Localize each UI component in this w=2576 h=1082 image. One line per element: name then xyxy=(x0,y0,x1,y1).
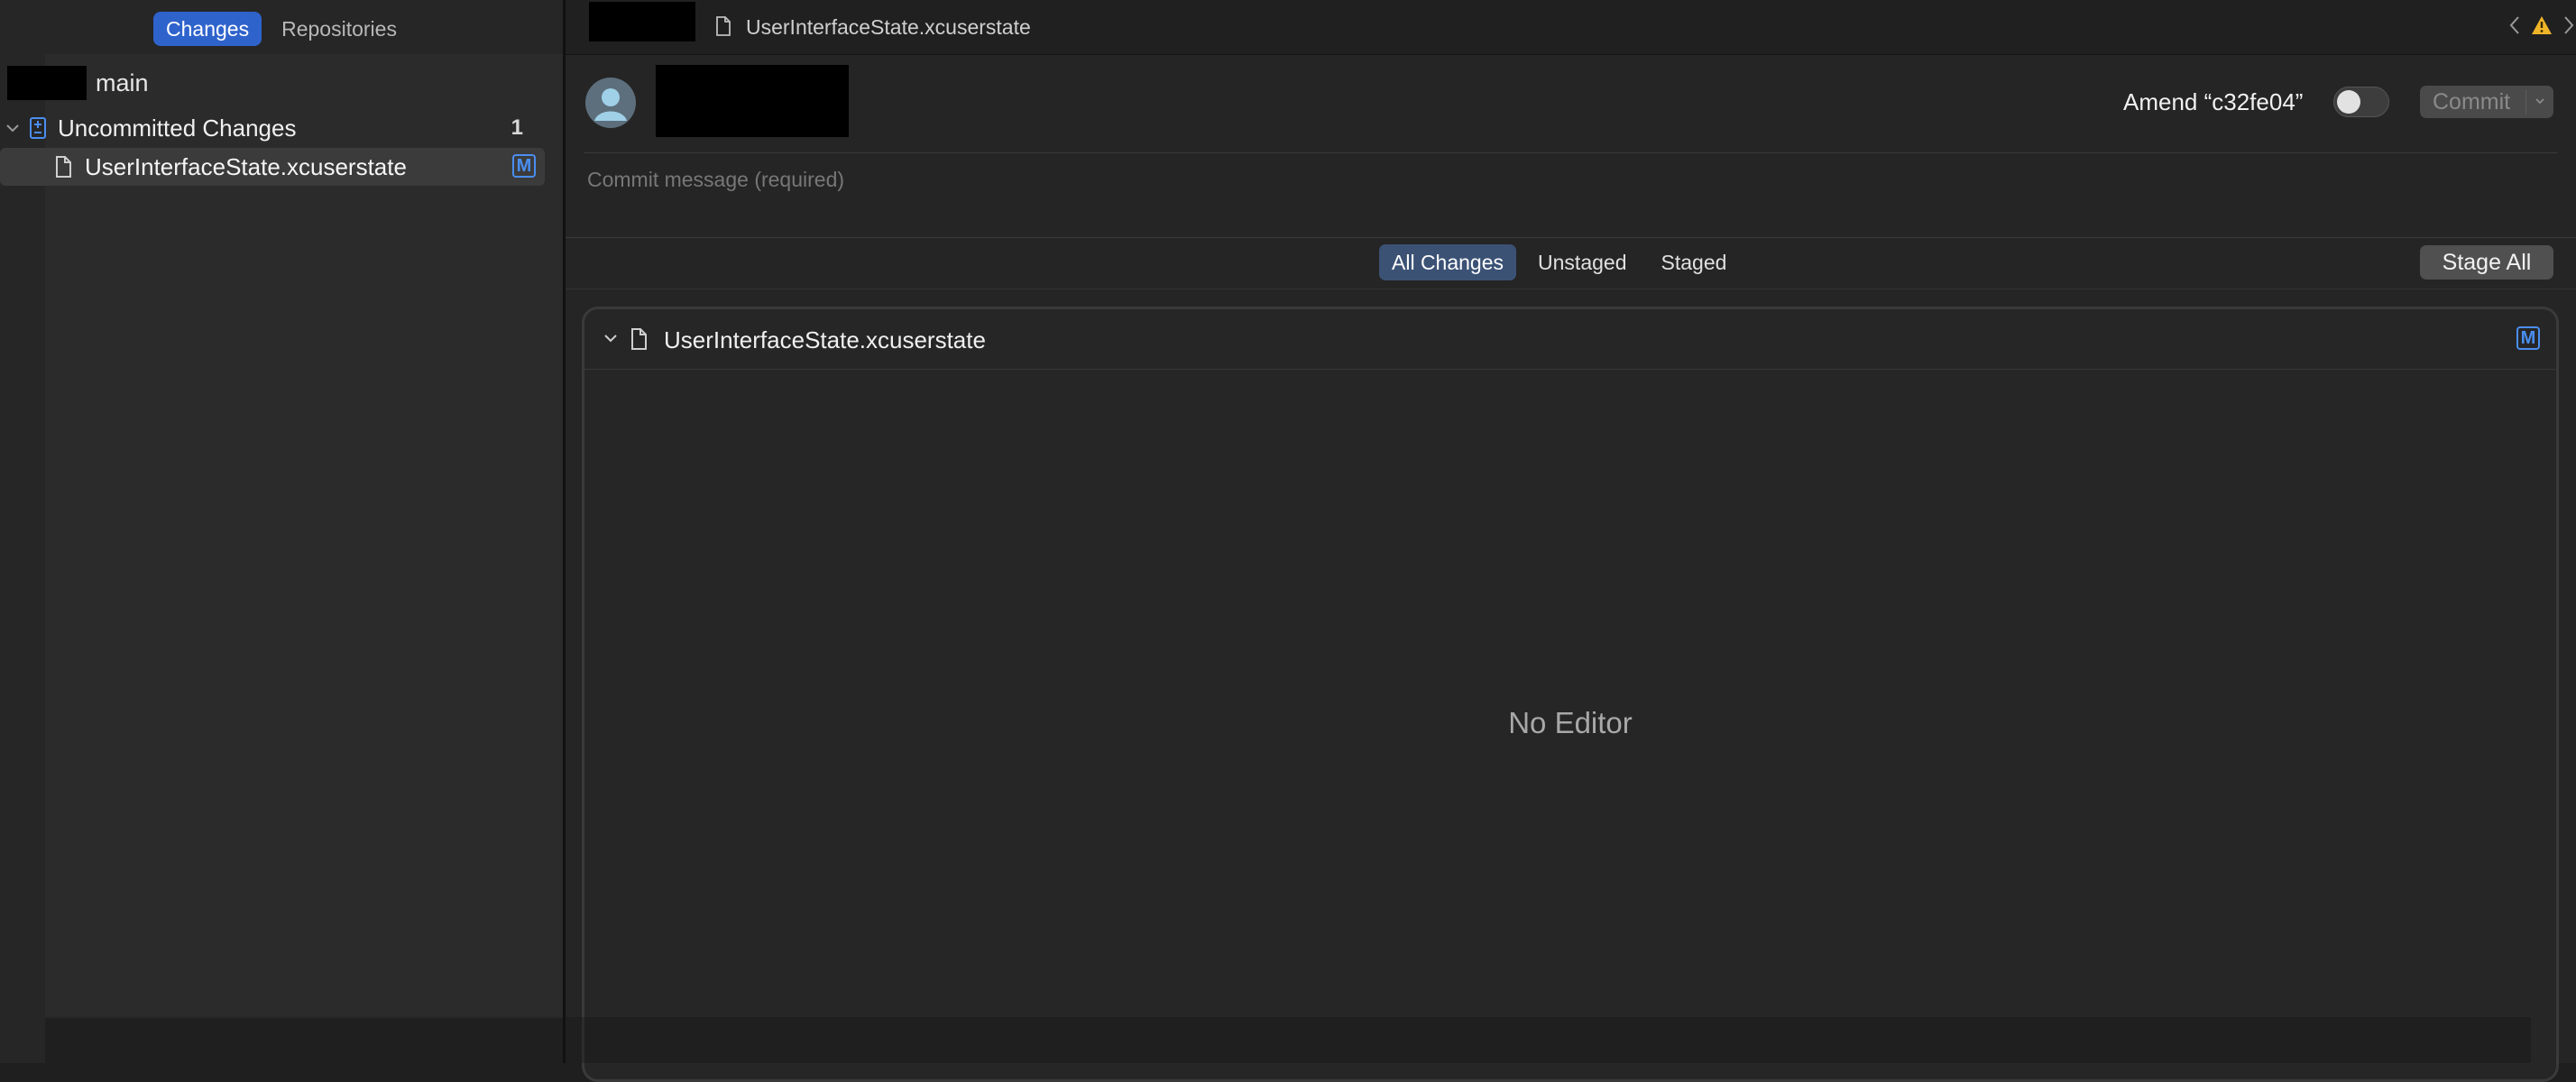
diff-file-name: UserInterfaceState.xcuserstate xyxy=(664,326,986,353)
back-chevron-icon[interactable] xyxy=(2507,14,2522,36)
uncommitted-changes-label: Uncommitted Changes xyxy=(58,114,297,142)
commit-button[interactable]: Commit xyxy=(2420,86,2553,118)
segment-staged[interactable]: Staged xyxy=(1649,244,1740,280)
breadcrumb-file-name[interactable]: UserInterfaceState.xcuserstate xyxy=(746,15,1031,40)
chevron-down-icon[interactable] xyxy=(2534,94,2546,108)
segment-unstaged[interactable]: Unstaged xyxy=(1525,244,1639,280)
commit-button-label: Commit xyxy=(2433,88,2511,115)
chevron-down-icon[interactable] xyxy=(5,121,20,135)
changes-filter-segmented-control: All Changes Unstaged Staged xyxy=(1379,244,1739,280)
segment-all-changes[interactable]: All Changes xyxy=(1379,244,1517,280)
redacted-author-name xyxy=(656,65,849,137)
redacted-breadcrumb xyxy=(589,2,695,41)
diff-panel: UserInterfaceState.xcuserstate M No Edit… xyxy=(582,307,2559,1082)
file-icon xyxy=(630,327,648,351)
tab-changes[interactable]: Changes xyxy=(153,12,262,46)
diff-file-header[interactable]: UserInterfaceState.xcuserstate M xyxy=(584,309,2556,370)
uncommitted-count: 1 xyxy=(511,115,523,140)
stage-all-button[interactable]: Stage All xyxy=(2420,245,2553,280)
branch-name: main xyxy=(96,69,149,96)
empty-editor-message: No Editor xyxy=(1508,706,1633,739)
avatar xyxy=(585,78,636,128)
commit-editor: UserInterfaceState.xcuserstate Amend “c3… xyxy=(566,0,2576,1082)
chevron-down-icon[interactable] xyxy=(603,330,619,346)
amend-toggle[interactable] xyxy=(2333,87,2389,117)
modified-badge: M xyxy=(512,154,536,178)
divider xyxy=(566,237,2576,238)
commit-message-field[interactable] xyxy=(587,166,2526,193)
changes-document-icon xyxy=(29,116,47,140)
commit-button-separator xyxy=(2525,89,2526,115)
file-icon xyxy=(715,16,731,36)
navigator-tabs: Changes Repositories xyxy=(0,11,563,47)
redacted-repo-name xyxy=(7,66,87,100)
file-icon xyxy=(54,155,72,179)
tab-repositories[interactable]: Repositories xyxy=(269,12,409,46)
modified-badge: M xyxy=(2516,326,2540,350)
navigator-sidebar: Changes Repositories main Uncommitted Ch… xyxy=(0,0,563,1063)
bottom-overlay xyxy=(45,1017,2531,1063)
forward-chevron-icon[interactable] xyxy=(2562,14,2576,36)
warning-icon[interactable] xyxy=(2531,15,2553,35)
file-name: UserInterfaceState.xcuserstate xyxy=(85,152,407,180)
toggle-knob xyxy=(2337,90,2360,114)
sidebar-overlay xyxy=(45,54,563,1019)
uncommitted-changes-group[interactable]: Uncommitted Changes 1 xyxy=(0,110,541,146)
amend-label: Amend “c32fe04” xyxy=(2123,88,2304,115)
editor-title-bar: UserInterfaceState.xcuserstate xyxy=(566,0,2576,55)
title-bar-controls xyxy=(2507,14,2576,36)
divider xyxy=(584,152,2558,153)
branch-row[interactable]: main xyxy=(7,65,149,101)
file-list-item[interactable]: UserInterfaceState.xcuserstate M xyxy=(0,148,545,186)
